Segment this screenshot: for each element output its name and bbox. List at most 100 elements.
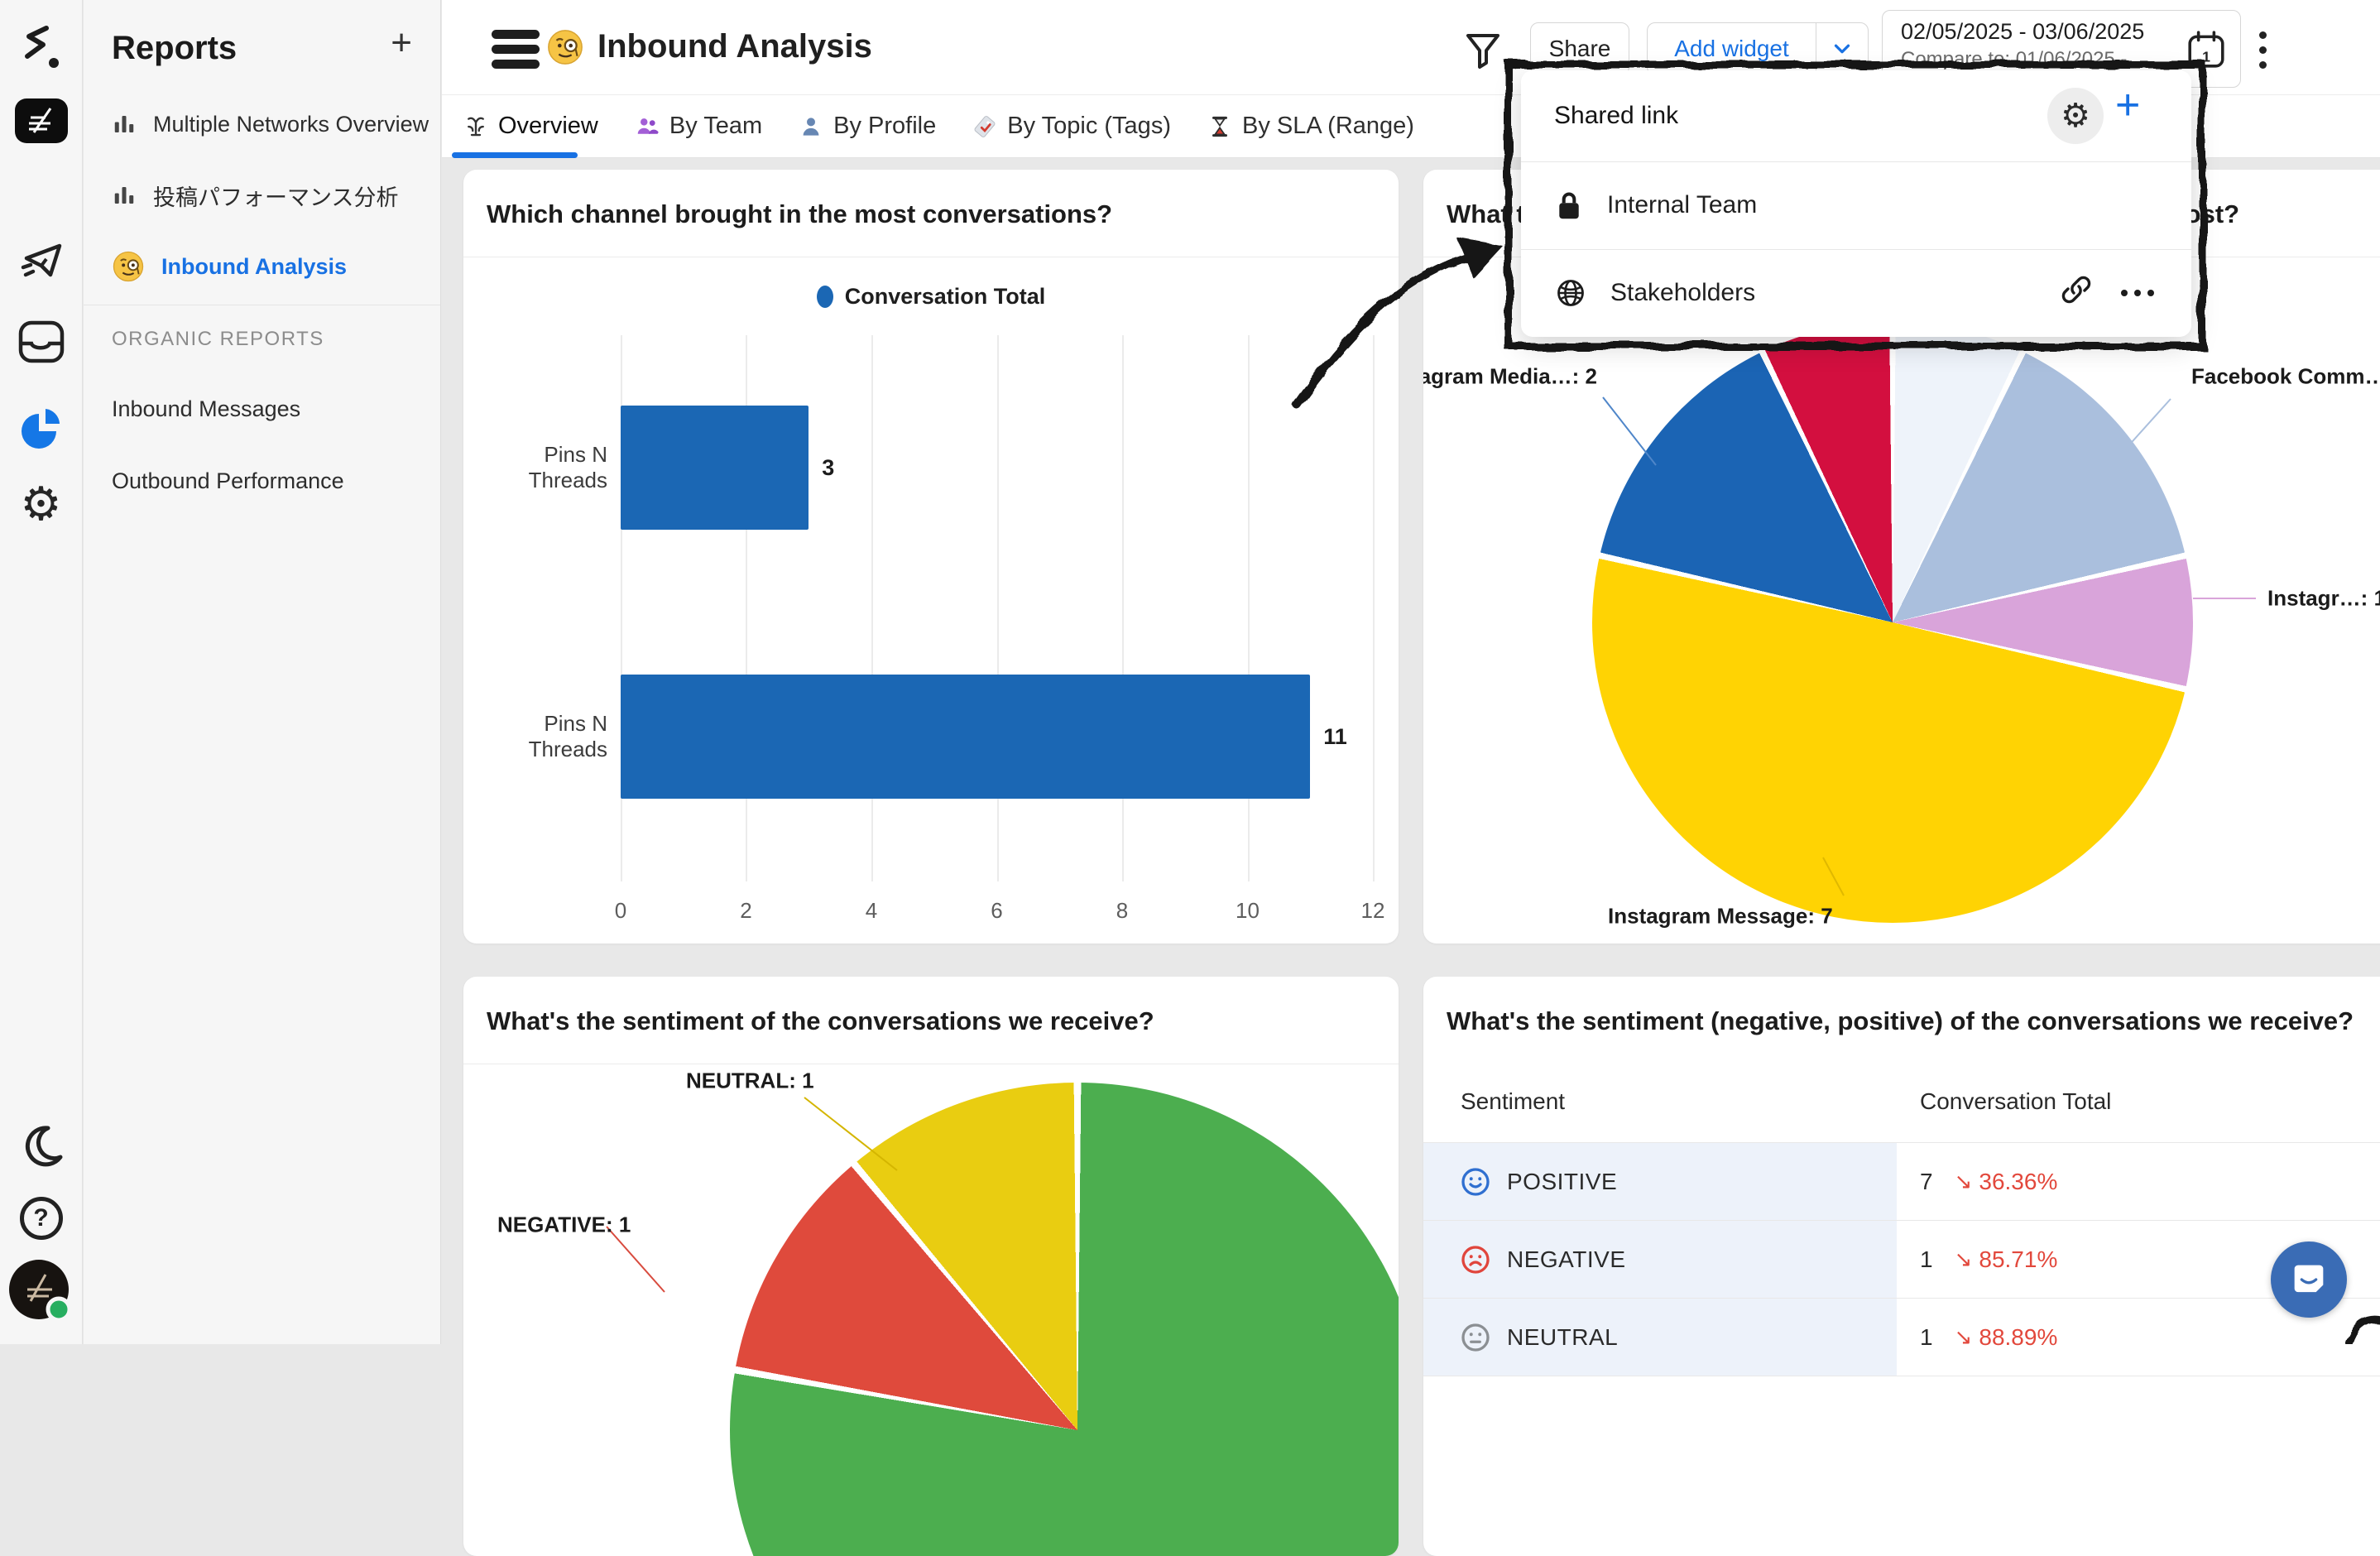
add-widget-label[interactable]: Add widget — [1648, 36, 1816, 62]
bar-row[interactable]: 11 — [621, 675, 1373, 799]
monocle-face-icon — [112, 250, 145, 283]
add-widget-button[interactable]: Add widget — [1647, 22, 1869, 75]
table-row[interactable]: NEGATIVE 1 ↘ 85.71% — [1423, 1221, 2380, 1299]
tab-label: By Team — [669, 113, 762, 140]
add-shared-link-button[interactable]: + — [2115, 84, 2140, 127]
tab-by-team[interactable]: By Team — [635, 95, 762, 157]
legend-swatch — [817, 286, 833, 308]
chevron-down-icon[interactable] — [1816, 36, 1868, 61]
workspace-badge-icon[interactable] — [14, 98, 69, 144]
support-chat-button[interactable] — [2271, 1241, 2347, 1318]
table-row[interactable]: POSITIVE 7 ↘ 36.36% — [1423, 1143, 2380, 1221]
total-value: 7 — [1920, 1169, 1933, 1195]
x-axis-ticks: 024681012 — [621, 898, 1373, 931]
new-report-button[interactable]: + — [391, 25, 412, 61]
change-percent: 85.71% — [1979, 1246, 2057, 1273]
sidebar-item-label: Inbound Messages — [112, 396, 300, 422]
bar-chart-icon — [112, 112, 137, 137]
share-button[interactable]: Share — [1530, 22, 1629, 75]
tab-overview[interactable]: Overview — [463, 95, 598, 157]
pie-label: Instagram Media…: 2 — [1423, 364, 1597, 390]
brand-logo-icon[interactable] — [17, 22, 66, 74]
shared-link-settings-button[interactable]: ⚙ — [2047, 88, 2104, 144]
globe-icon — [1554, 276, 1587, 310]
sidebar-item-label: Inbound Analysis — [161, 254, 347, 280]
copy-link-icon[interactable] — [2059, 272, 2094, 314]
user-avatar[interactable] — [7, 1258, 75, 1326]
fountain-icon — [463, 114, 488, 139]
tab-label: Overview — [498, 113, 598, 140]
reports-pie-icon[interactable] — [17, 402, 65, 450]
widget-title: What's the sentiment (negative, positive… — [1447, 1006, 2354, 1036]
table-header-row: Sentiment Conversation Total — [1423, 1061, 2380, 1143]
positive-face-icon — [1461, 1167, 1490, 1197]
bar-row[interactable]: 3 — [621, 406, 1373, 530]
widget-sentiment-table: What's the sentiment (negative, positive… — [1423, 977, 2380, 1556]
calendar-icon: 1 — [2186, 29, 2227, 74]
more-options-icon[interactable] — [2259, 31, 2267, 69]
pie-label: NEUTRAL: 1 — [686, 1069, 814, 1094]
date-range-value: 02/05/2025 - 03/06/2025 — [1901, 19, 2224, 45]
sidebar-item-label: 投稿パフォーマンス分析 — [153, 180, 398, 212]
hourglass-icon — [1207, 114, 1232, 139]
popup-title: Shared link — [1554, 102, 1678, 130]
y-axis-category: Pins N Threads — [478, 711, 607, 762]
sentiment-pie-chart[interactable] — [730, 1083, 1399, 1556]
sidebar-item-label: Outbound Performance — [112, 468, 344, 494]
table-row[interactable]: NEUTRAL 1 ↘ 88.89% — [1423, 1299, 2380, 1376]
dark-mode-moon-icon[interactable] — [18, 1122, 65, 1169]
trend-down-icon: ↘ — [1955, 1327, 1973, 1348]
chart-legend[interactable]: Conversation Total — [463, 284, 1399, 310]
widget-title: Which channel brought in the most conver… — [487, 199, 1112, 229]
widget-channel-conversations: Which channel brought in the most conver… — [463, 170, 1399, 944]
tab-by-profile[interactable]: By Profile — [799, 95, 936, 157]
change-percent: 88.89% — [1979, 1324, 2057, 1351]
pie-label: Instagram Message: 7 — [1608, 904, 1833, 929]
trend-down-icon: ↘ — [1955, 1171, 1973, 1193]
sidebar-item-inbound-messages[interactable]: Inbound Messages — [84, 377, 440, 440]
tab-label: By Topic (Tags) — [1007, 113, 1171, 140]
sidebar-title: Reports — [112, 30, 237, 67]
inbox-icon[interactable] — [17, 319, 65, 364]
publishing-plane-icon[interactable] — [17, 235, 66, 285]
toc-menu-icon[interactable] — [492, 30, 540, 69]
pie-label: NEGATIVE: 1 — [497, 1213, 631, 1238]
channels-pie-chart[interactable] — [1592, 322, 2193, 923]
sentiment-label: NEGATIVE — [1507, 1246, 1626, 1273]
sidebar-item-multiple-networks[interactable]: Multiple Networks Overview — [84, 93, 440, 156]
sidebar-item-outbound-performance[interactable]: Outbound Performance — [84, 449, 440, 512]
bar-value-label: 3 — [822, 455, 834, 481]
sidebar-item-inbound-analysis[interactable]: Inbound Analysis — [84, 235, 440, 298]
tab-by-sla[interactable]: By SLA (Range) — [1207, 95, 1414, 157]
chat-bubble-icon — [2287, 1258, 2330, 1301]
icon-rail: ⚙ ? — [0, 0, 83, 1344]
settings-gear-icon[interactable]: ⚙ — [20, 482, 61, 528]
help-icon[interactable]: ? — [20, 1197, 63, 1240]
filter-icon[interactable] — [1465, 31, 1501, 74]
bar-segment[interactable] — [621, 675, 1310, 799]
sidebar-section-label: ORGANIC REPORTS — [112, 328, 324, 351]
tab-by-topic[interactable]: By Topic (Tags) — [972, 95, 1171, 157]
more-actions-icon[interactable] — [2121, 290, 2154, 296]
shared-link-label: Internal Team — [1607, 191, 1757, 219]
pie-label: Instagr…: 1 — [2267, 586, 2380, 612]
y-axis-category: Pins N Threads — [478, 442, 607, 493]
bar-value-label: 11 — [1323, 724, 1347, 750]
shared-link-popup: Shared link ⚙ + Internal Team Stakeholde… — [1521, 70, 2191, 337]
shared-link-internal-team[interactable]: Internal Team — [1521, 161, 2191, 249]
legend-label: Conversation Total — [845, 284, 1046, 310]
change-percent: 36.36% — [1979, 1169, 2057, 1195]
column-header[interactable]: Conversation Total — [1897, 1061, 2380, 1142]
widget-sentiment-pie: What's the sentiment of the conversation… — [463, 977, 1399, 1556]
bar-segment[interactable] — [621, 406, 809, 530]
lock-icon — [1554, 189, 1584, 222]
column-header[interactable]: Sentiment — [1423, 1061, 1897, 1142]
active-tab-indicator — [452, 152, 578, 158]
shared-link-label: Stakeholders — [1610, 279, 1755, 307]
negative-face-icon — [1461, 1245, 1490, 1275]
shared-link-stakeholders[interactable]: Stakeholders — [1521, 249, 2191, 337]
gear-icon: ⚙ — [2061, 99, 2090, 132]
tab-label: By Profile — [833, 113, 936, 140]
sidebar-item-post-performance[interactable]: 投稿パフォーマンス分析 — [84, 164, 440, 227]
tab-label: By SLA (Range) — [1242, 113, 1414, 140]
